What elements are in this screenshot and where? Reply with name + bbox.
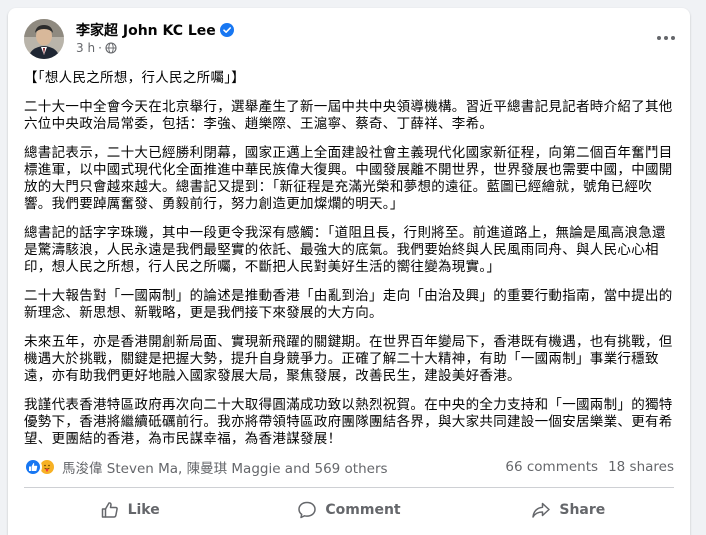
comment-icon [298,501,317,519]
thumb-up-icon [29,463,38,471]
verified-badge-icon [219,23,234,37]
post-paragraph: 我謹代表香港特區政府再次向二十大取得圓滿成功致以熱烈祝賀。在中央的全力支持和「一… [24,397,673,447]
share-button[interactable]: Share [459,492,678,528]
author-avatar[interactable] [24,19,64,59]
actions-divider [24,487,674,488]
post-paragraph: 總書記表示，二十大已經勝利閉幕，國家正邁上全面建設社會主義現代化國家新征程，向第… [24,145,673,212]
share-label: Share [559,502,606,518]
post-header: 李家超 John KC Lee 3 h · [8,8,690,64]
author-name-row: 李家超 John KC Lee [76,20,234,40]
comment-button[interactable]: Comment [239,492,458,528]
comments-count[interactable]: 66 comments [505,459,598,475]
post-meta: 3 h · [76,41,117,55]
author-name[interactable]: 李家超 John KC Lee [76,20,216,40]
comment-label: Comment [325,502,401,518]
share-icon [532,502,551,518]
like-reaction-icon [24,458,42,476]
post-paragraph: 總書記的話字字珠璣，其中一段更令我深有感觸：「道阻且長，行則將至。前進道路上，無… [24,225,666,275]
reactors-text[interactable]: 馬浚偉 Steven Ma, 陳曼琪 Maggie and 569 others [62,457,388,477]
reactions-summary[interactable]: 馬浚偉 Steven Ma, 陳曼琪 Maggie and 569 others [24,457,388,477]
like-label: Like [127,502,160,518]
post-title: 【「想人民之所想，行人民之所囑」】 [24,70,246,86]
post-paragraph: 未來五年，亦是香港開創新局面、實現新飛躍的關鍵期。在世界百年變局下，香港既有機遇… [24,334,673,384]
post-paragraph: 二十大一中全會今天在北京舉行，選舉產生了新一屆中共中央領導機構。習近平總書記見記… [24,99,673,132]
like-button[interactable]: Like [20,492,239,528]
engagement-stats: 馬浚偉 Steven Ma, 陳曼琪 Maggie and 569 others… [24,456,674,478]
post-card: 李家超 John KC Lee 3 h · 【「想人民之所想，行人民之所囑」】 … [8,8,690,535]
post-actions: Like Comment Share [20,492,678,528]
care-face-icon [41,461,53,473]
meta-separator: · [98,41,102,55]
post-time[interactable]: 3 h [76,41,95,55]
avatar-portrait-icon [24,19,64,59]
like-icon [101,502,118,518]
post-paragraph: 二十大報告對「一國兩制」的論述是推動香港「由亂到治」走向「由治及興」的重要行動指… [24,288,673,321]
shares-count[interactable]: 18 shares [608,459,674,475]
globe-icon [105,42,117,54]
more-dots-icon [657,36,675,40]
post-text: 【「想人民之所想，行人民之所囑」】 二十大一中全會今天在北京舉行，選舉產生了新一… [24,70,676,460]
more-options-button[interactable] [654,26,678,50]
counts: 66 comments 18 shares [505,459,674,475]
